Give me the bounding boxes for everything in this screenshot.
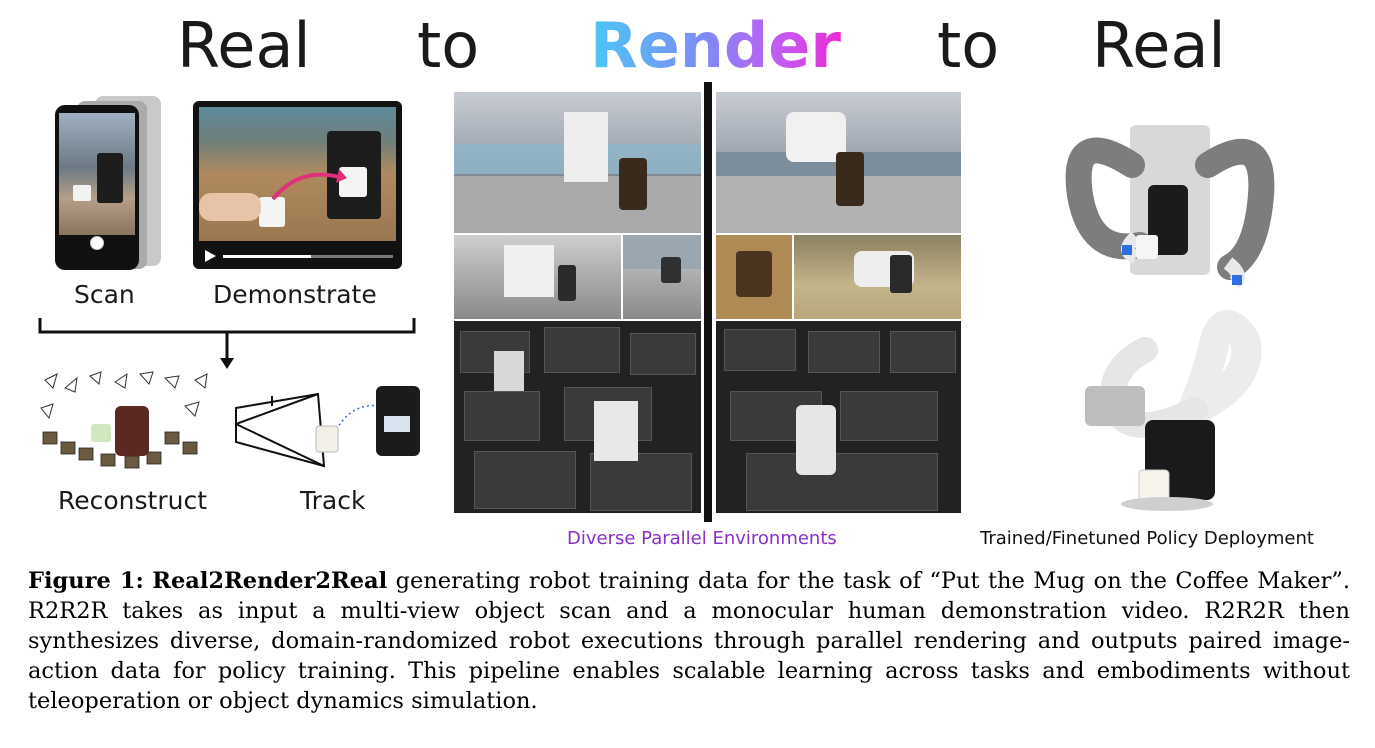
sim-panel-abb-top <box>454 92 701 233</box>
reconstruct-illustration <box>40 371 208 469</box>
demonstration-video-frame <box>199 107 396 241</box>
figure-caption: Figure 1: Real2Render2Real generating ro… <box>28 566 1350 716</box>
title-word-to-1: to <box>417 9 480 82</box>
title-word-real-1: Real <box>177 9 311 82</box>
franka-robot-photo <box>1085 310 1262 511</box>
coffee-maker-image <box>836 152 864 206</box>
abb-robot-image <box>594 401 638 461</box>
sim-panel-abb-grid <box>454 321 701 513</box>
video-progress-fill <box>223 255 312 258</box>
parallel-environments-caption: Diverse Parallel Environments <box>567 528 837 549</box>
mug-image <box>73 185 91 201</box>
down-arrow-icon <box>220 358 234 369</box>
title-word-real-2: Real <box>1092 9 1226 82</box>
figure-caption-label: Figure 1: <box>28 568 144 594</box>
panel-divider <box>704 82 712 522</box>
sim-panel-yumi-grid <box>716 321 961 513</box>
title-word-to-2: to <box>937 9 1000 82</box>
policy-deployment-caption: Trained/Finetuned Policy Deployment <box>980 528 1314 549</box>
scan-label: Scan <box>74 280 135 309</box>
shutter-button-icon <box>90 236 104 250</box>
sim-panel-yumi-mid-2 <box>794 235 961 319</box>
sim-panel-yumi-top <box>716 92 961 233</box>
figure-caption-name: Real2Render2Real <box>152 568 388 594</box>
sim-panel-abb-mid-1 <box>454 235 621 319</box>
merge-bracket <box>38 318 416 369</box>
scan-phone <box>55 105 139 270</box>
yumi-robot-photo <box>1065 125 1275 289</box>
coffee-maker-image <box>97 153 123 203</box>
demonstrate-label: Demonstrate <box>213 280 377 309</box>
demonstration-video <box>193 101 402 269</box>
video-progress-track[interactable] <box>223 255 393 258</box>
reconstruct-label: Reconstruct <box>58 486 208 515</box>
tracked-mug <box>315 425 339 453</box>
hand-image <box>199 193 261 221</box>
title-word-render: Render <box>590 6 841 86</box>
trajectory-arrow-icon <box>271 169 347 201</box>
scan-phone-screen <box>59 113 135 235</box>
sim-panel-abb-mid-2 <box>623 235 701 319</box>
track-illustration <box>235 386 420 468</box>
reconstructed-coffee-maker <box>115 406 149 456</box>
abb-robot-image <box>564 112 608 182</box>
coffee-maker-image <box>619 158 647 210</box>
track-label: Track <box>300 486 366 515</box>
play-icon[interactable] <box>203 249 217 263</box>
sim-panel-yumi-mid-1 <box>716 235 792 319</box>
yumi-robot-image <box>796 405 836 475</box>
reconstructed-mug <box>91 424 111 442</box>
